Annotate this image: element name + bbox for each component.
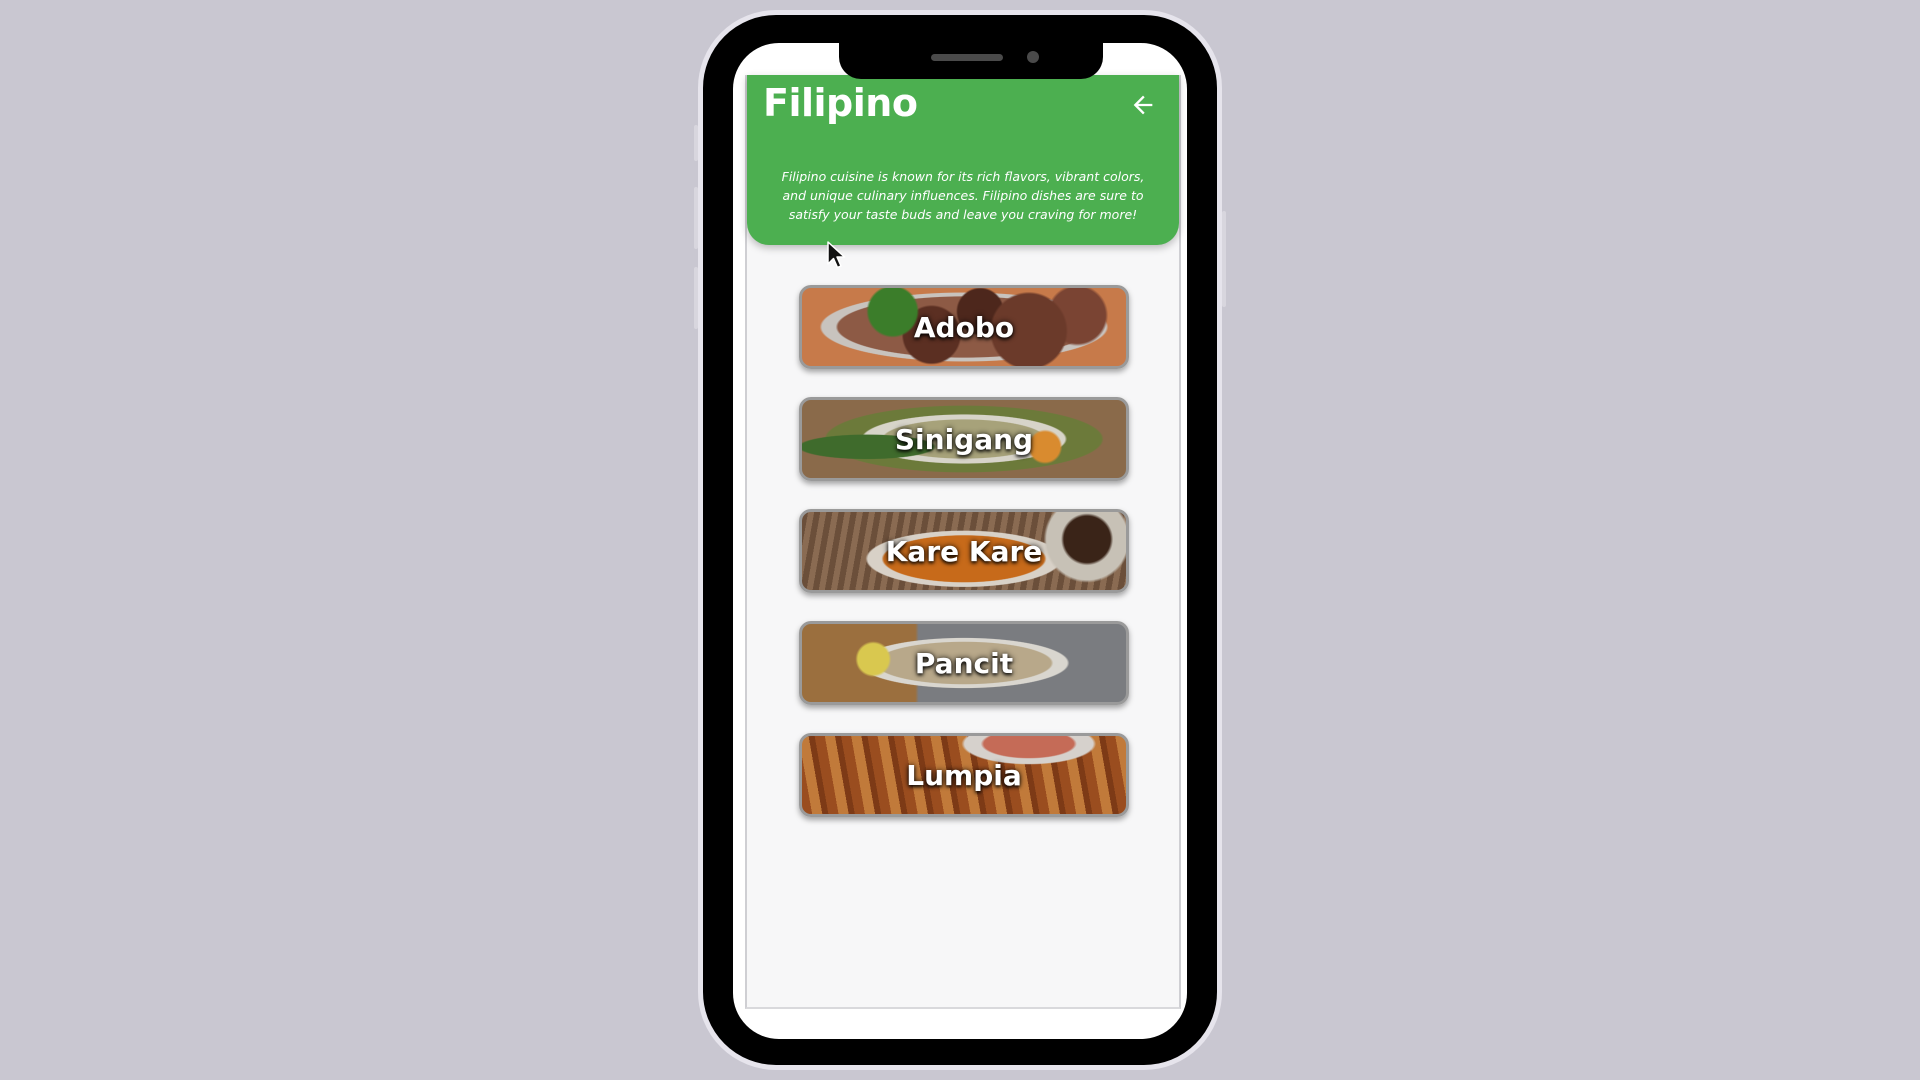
page-title: Filipino — [763, 81, 918, 125]
phone-screen: Filipino Filipino cuisine is known for i… — [733, 43, 1187, 1039]
dish-label: Kare Kare — [885, 534, 1043, 568]
mouse-pointer-icon — [827, 241, 846, 269]
mute-switch — [694, 125, 698, 161]
arrow-left-icon — [1133, 95, 1153, 115]
camera — [1027, 51, 1039, 63]
volume-down-button — [694, 267, 698, 329]
back-button[interactable] — [1129, 91, 1157, 119]
dish-label: Pancit — [914, 646, 1014, 680]
speaker — [931, 54, 1003, 61]
cuisine-description: Filipino cuisine is known for its rich f… — [781, 169, 1145, 222]
app-view: Filipino Filipino cuisine is known for i… — [745, 75, 1181, 1009]
dish-list: Adobo Sinigang Kare Kare Pancit Lumpia — [799, 285, 1129, 845]
dish-card-pancit[interactable]: Pancit — [799, 621, 1129, 705]
dish-label: Adobo — [913, 310, 1015, 344]
dish-card-lumpia[interactable]: Lumpia — [799, 733, 1129, 817]
dish-card-adobo[interactable]: Adobo — [799, 285, 1129, 369]
phone-frame: Filipino Filipino cuisine is known for i… — [694, 10, 1226, 1070]
dish-card-kare-kare[interactable]: Kare Kare — [799, 509, 1129, 593]
power-button — [1222, 211, 1226, 307]
dish-label: Sinigang — [894, 422, 1034, 456]
notch — [839, 43, 1103, 79]
dish-card-sinigang[interactable]: Sinigang — [799, 397, 1129, 481]
header: Filipino Filipino cuisine is known for i… — [747, 75, 1179, 245]
volume-up-button — [694, 187, 698, 249]
dish-label: Lumpia — [906, 758, 1022, 792]
